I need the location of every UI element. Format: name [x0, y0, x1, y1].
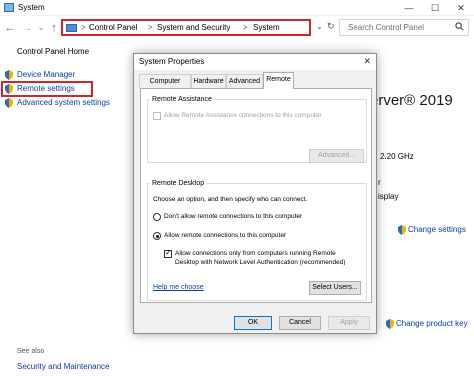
tab-remote[interactable]: Remote [263, 72, 294, 89]
checkmark-icon: ✓ [165, 248, 172, 257]
nla-label-line2: Desktop with Network Level Authenticatio… [175, 259, 346, 266]
control-panel-window: System — ☐ ✕ ← → ⌄ ↑ > Control Panel > S… [0, 0, 474, 376]
allow-remote-assistance-checkbox[interactable] [153, 112, 161, 120]
close-button[interactable]: ✕ [448, 0, 474, 16]
nla-label-line1: Allow connections only from computers ru… [175, 250, 336, 257]
breadcrumb-separator: > [148, 23, 153, 32]
search-input[interactable]: Search Control Panel [339, 19, 469, 36]
security-and-maintenance-link[interactable]: Security and Maintenance [17, 362, 110, 371]
tab-hardware[interactable]: Hardware [191, 74, 226, 88]
dialog-title: System Properties [139, 57, 205, 66]
system-type-text: r [378, 178, 381, 187]
breadcrumb-separator: > [243, 23, 248, 32]
refresh-icon[interactable]: ↻ [327, 21, 335, 32]
nla-checkbox[interactable]: ✓ [164, 248, 172, 258]
sidebar-item-label: Advanced system settings [17, 98, 110, 107]
remote-tab-panel: Remote Assistance Allow Remote Assistanc… [140, 88, 372, 303]
address-bar[interactable]: > Control Panel > System and Security > … [61, 19, 311, 36]
back-arrow-icon[interactable]: ← [3, 20, 17, 36]
breadcrumb-separator: > [81, 23, 86, 32]
forward-arrow-icon[interactable]: → [20, 20, 34, 36]
see-also-heading: See also [17, 348, 45, 355]
processor-speed-text: 2.20 GHz [380, 152, 414, 161]
allow-remote-label: Allow remote connections to this compute… [164, 232, 287, 239]
shield-icon [5, 98, 13, 108]
breadcrumb-control-panel[interactable]: Control Panel [89, 22, 137, 34]
dont-allow-remote-label: Don't allow remote connections to this c… [164, 213, 303, 220]
dont-allow-remote-radio[interactable] [153, 213, 161, 221]
sidebar-item-label: Device Manager [17, 70, 76, 79]
shield-icon [5, 84, 13, 94]
close-icon[interactable]: ✕ [363, 56, 371, 67]
allow-remote-assistance-label: Allow Remote Assistance connections to t… [164, 112, 322, 119]
ok-button[interactable]: OK [234, 316, 272, 330]
help-me-choose-link[interactable]: Help me choose [153, 284, 204, 291]
change-settings-label: Change settings [408, 225, 466, 234]
search-placeholder: Search Control Panel [348, 23, 425, 32]
change-product-key-label: Change product key [396, 319, 468, 328]
control-panel-home-link[interactable]: Control Panel Home [17, 47, 89, 56]
shield-icon [5, 70, 13, 80]
address-dropdown-icon[interactable]: ⌄ [316, 22, 323, 31]
remote-desktop-heading: Remote Desktop [150, 179, 207, 188]
up-arrow-icon[interactable]: ↑ [47, 20, 61, 36]
navigation-bar: ← → ⌄ ↑ > Control Panel > System and Sec… [0, 16, 474, 41]
shield-icon [386, 319, 394, 329]
radio-selected-dot [155, 234, 159, 238]
control-panel-icon [66, 24, 77, 32]
recent-dropdown-icon[interactable]: ⌄ [34, 20, 48, 36]
sidebar-item-label: Remote settings [17, 84, 75, 93]
select-users-button[interactable]: Select Users... [309, 281, 361, 295]
pen-touch-text: isplay [378, 192, 399, 201]
search-icon[interactable] [455, 22, 464, 31]
remote-desktop-intro: Choose an option, and then specify who c… [153, 196, 308, 203]
apply-button[interactable]: Apply [328, 316, 370, 330]
minimize-button[interactable]: — [396, 0, 422, 16]
dialog-title-bar: System Properties ✕ [134, 54, 376, 70]
shield-icon [398, 225, 406, 235]
windows-edition-text: erver® 2019 [370, 92, 453, 109]
advanced-button[interactable]: Advanced... [309, 149, 364, 163]
allow-remote-radio[interactable] [153, 232, 161, 240]
tab-advanced[interactable]: Advanced [226, 74, 263, 88]
title-bar: System — ☐ ✕ [0, 0, 474, 16]
cancel-button[interactable]: Cancel [279, 316, 321, 330]
system-properties-dialog: System Properties ✕ Computer Name Hardwa… [133, 53, 377, 334]
tab-computer-name[interactable]: Computer Name [139, 74, 191, 98]
remote-assistance-heading: Remote Assistance [150, 95, 214, 104]
system-window-icon [4, 3, 14, 12]
window-title: System [18, 3, 45, 12]
maximize-button[interactable]: ☐ [422, 0, 448, 16]
breadcrumb-system-and-security[interactable]: System and Security [157, 22, 230, 34]
breadcrumb-system[interactable]: System [253, 22, 280, 34]
